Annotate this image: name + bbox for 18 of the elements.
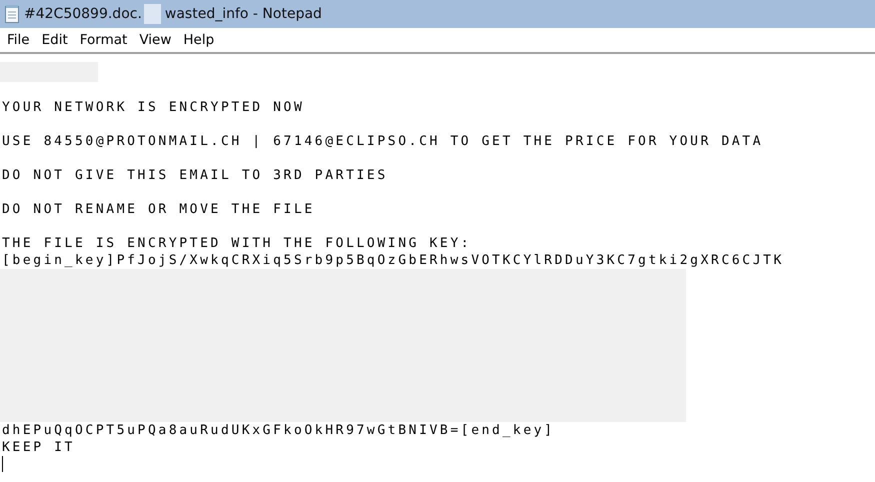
text-line: KEEP IT bbox=[2, 440, 75, 455]
notepad-icon bbox=[5, 5, 19, 23]
text-cursor bbox=[2, 456, 3, 472]
menu-item[interactable]: View bbox=[133, 30, 178, 50]
redaction-block bbox=[144, 4, 161, 24]
text-line: DO NOT RENAME OR MOVE THE FILE bbox=[2, 202, 315, 217]
text-line: [begin_key]PfJojS/XwkqCRXiq5Srb9p5BqOzGbERhwsVOTKCYlRDDuY3KC7gtki2gXRC6CJTK bbox=[2, 253, 784, 268]
menu-item[interactable]: Help bbox=[177, 30, 220, 50]
text-line: USE 84550@PROTONMAIL.CH | 67146@ECLIPSO.CH TO GET THE PRICE FOR YOUR DATA bbox=[2, 134, 764, 149]
text-line: YOUR NETWORK IS ENCRYPTED NOW bbox=[2, 100, 304, 115]
window-title: wasted_info - Notepad bbox=[164, 6, 322, 22]
text-line: THE FILE IS ENCRYPTED WITH THE FOLLOWING KEY: bbox=[2, 236, 472, 251]
menu-item[interactable]: Edit bbox=[36, 30, 74, 50]
menu-item[interactable]: Format bbox=[74, 30, 134, 50]
text-line: DO NOT GIVE THIS EMAIL TO 3RD PARTIES bbox=[2, 168, 388, 183]
text-line: dhEPuQqOCPT5uPQa8auRudUKxGFkoOkHR97wGtBNIVB=[end_key] bbox=[2, 423, 555, 438]
menu-item[interactable]: File bbox=[1, 30, 36, 50]
window-title: #42C50899.doc. bbox=[24, 6, 142, 22]
